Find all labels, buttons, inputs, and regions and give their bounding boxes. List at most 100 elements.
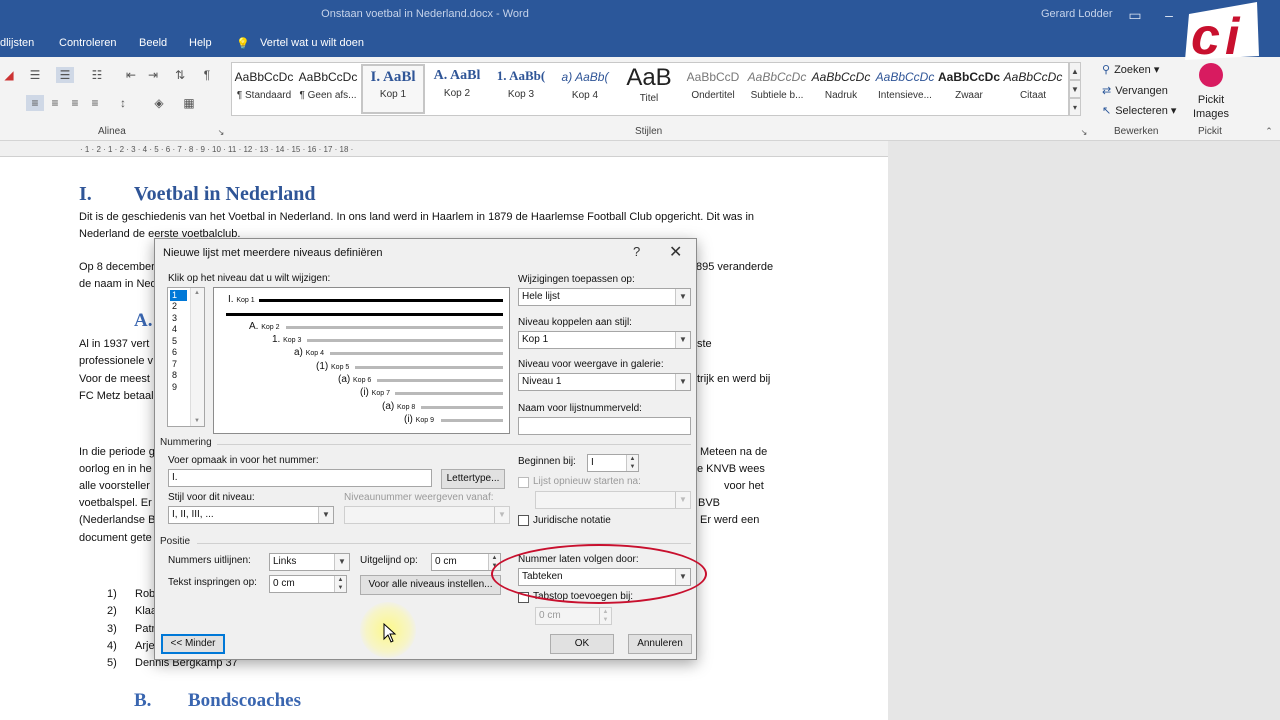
gallery-down-icon[interactable]: ▼ — [1069, 80, 1081, 98]
spinner-arrows-icon[interactable]: ▲ ▼ — [626, 455, 638, 471]
decrease-indent-icon[interactable]: ⇤ — [122, 67, 140, 83]
pilcrow-icon[interactable]: ¶ — [198, 67, 216, 83]
level-item[interactable]: 4 — [170, 324, 187, 335]
paragraph-4-line-6[interactable]: document gete — [79, 530, 152, 547]
paragraph-4-right-1[interactable]: Meteen na de — [700, 444, 767, 461]
link-style-select[interactable]: Kop 1 ▼ — [518, 331, 691, 349]
style-no-spacing[interactable]: AaBbCcDc ¶ Geen afs... — [296, 64, 360, 114]
font-button[interactable]: Lettertype... — [441, 469, 505, 489]
tab-review[interactable]: Controleren — [59, 37, 116, 49]
borders-icon[interactable]: ▦ — [180, 95, 198, 111]
shading-icon[interactable]: ◈ — [150, 95, 168, 111]
line-spacing-icon[interactable]: ↕ — [114, 95, 132, 111]
paragraph-4-right-2[interactable]: e KNVB wees — [697, 461, 765, 478]
minimize-icon[interactable]: – — [1158, 4, 1180, 26]
gallery-up-icon[interactable]: ▲ — [1069, 62, 1081, 80]
set-all-levels-button[interactable]: Voor alle niveaus instellen... — [360, 575, 501, 595]
level-item[interactable]: 9 — [170, 382, 187, 393]
paragraph-2-fragment[interactable]: Op 8 december — [79, 259, 155, 276]
numbering-icon[interactable]: ☷ — [88, 67, 106, 83]
paragraph-4-line-5[interactable]: (Nederlandse B — [79, 512, 155, 529]
paragraph-4-right-3[interactable]: voor het — [724, 478, 764, 495]
paragraph-3-right-3[interactable]: trijk en werd bij — [697, 371, 770, 388]
level-item[interactable]: 3 — [170, 313, 187, 324]
gallery-more-icon[interactable]: ▾ — [1069, 98, 1081, 116]
style-subtle-emphasis[interactable]: AaBbCcDc Subtiele b... — [745, 64, 809, 114]
tab-help[interactable]: Help — [189, 37, 212, 49]
tab-view[interactable]: Beeld — [139, 37, 167, 49]
select-button[interactable]: ↖ Selecteren ▾ — [1102, 104, 1176, 117]
paragraph-4-line-4[interactable]: voetbalspel. Er — [79, 495, 152, 512]
heading-2-b[interactable]: B. Bondscoaches — [134, 690, 301, 712]
help-icon[interactable]: ? — [633, 244, 640, 259]
align-select[interactable]: Links ▼ — [269, 553, 350, 571]
level-list-scrollbar[interactable]: ▲ ▼ — [190, 288, 204, 426]
bullets-icon[interactable]: ☰ — [26, 67, 44, 83]
sort-icon[interactable]: ⇅ — [171, 67, 189, 83]
list-item[interactable]: 4) Arje — [107, 640, 155, 652]
list-item[interactable]: 1) Rob — [107, 588, 155, 600]
number-style-select[interactable]: I, II, III, ... ▼ — [168, 506, 334, 524]
justify-icon[interactable]: ≡ — [86, 95, 104, 111]
spinner-arrows-icon[interactable]: ▲ ▼ — [334, 576, 346, 592]
heading-1[interactable]: I. Voetbal in Nederland — [79, 183, 316, 206]
align-center-icon[interactable]: ≡ — [46, 95, 64, 111]
multilevel-list-icon[interactable]: ☰ — [56, 67, 74, 83]
pickit-images-button[interactable]: Pickit Images — [1185, 93, 1237, 121]
scroll-up-icon[interactable]: ▲ — [191, 290, 203, 296]
paragraph-3-right-1[interactable]: ste — [697, 336, 712, 353]
apply-to-select[interactable]: Hele lijst ▼ — [518, 288, 691, 306]
tab-mailings[interactable]: dlijsten — [0, 37, 34, 49]
level-item[interactable]: 5 — [170, 336, 187, 347]
style-strong[interactable]: AaBbCcDc Zwaar — [937, 64, 1001, 114]
paragraph-4-line-2[interactable]: oorlog en in he — [79, 461, 152, 478]
style-title[interactable]: AaB Titel — [617, 64, 681, 114]
paragraph-3-line-4[interactable]: FC Metz betaal — [79, 388, 154, 405]
paragraph-2-fragment-right[interactable]: 895 veranderde — [696, 259, 773, 276]
style-subtitle[interactable]: AaBbCcD Ondertitel — [681, 64, 745, 114]
scroll-down-icon[interactable]: ▼ — [191, 418, 203, 424]
cancel-button[interactable]: Annuleren — [628, 634, 692, 654]
paragraph-launcher-icon[interactable]: ↘ — [212, 125, 230, 141]
number-format-input[interactable]: I. — [168, 469, 432, 487]
style-standard[interactable]: AaBbCcDc ¶ Standaard — [232, 64, 296, 114]
increase-indent-icon[interactable]: ⇥ — [144, 67, 162, 83]
style-heading-1[interactable]: I. AaBl Kop 1 — [361, 64, 425, 114]
paragraph-3-line-3[interactable]: Voor de meest — [79, 371, 150, 388]
paragraph-2-line-2[interactable]: de naam in Ned — [79, 276, 157, 293]
ok-button[interactable]: OK — [550, 634, 614, 654]
less-button[interactable]: << Minder — [161, 634, 225, 654]
style-intense-emphasis[interactable]: AaBbCcDc Intensieve... — [873, 64, 937, 114]
ribbon-display-icon[interactable]: ▭ — [1124, 4, 1146, 26]
paragraph-4-right-4[interactable]: BVB — [698, 495, 720, 512]
styles-launcher-icon[interactable]: ↘ — [1075, 125, 1093, 141]
replace-button[interactable]: ⇄ Vervangen — [1102, 84, 1168, 97]
paragraph-4-line-3[interactable]: alle voorsteller — [79, 478, 150, 495]
level-item[interactable]: 6 — [170, 347, 187, 358]
level-item[interactable]: 1 — [170, 290, 187, 301]
style-quote[interactable]: AaBbCcDc Citaat — [1001, 64, 1065, 114]
find-button[interactable]: ⚲ Zoeken ▾ — [1102, 63, 1159, 76]
paragraph-4-right-5[interactable]: Er werd een — [700, 512, 759, 529]
align-left-icon[interactable]: ≡ — [26, 95, 44, 111]
style-heading-3[interactable]: 1. AaBb(Kop 3 — [489, 64, 553, 114]
horizontal-ruler[interactable]: · 1 · 2 · 1 · 2 · 3 · 4 · 5 · 6 · 7 · 8 … — [0, 141, 888, 157]
level-item[interactable]: 2 — [170, 301, 187, 312]
paragraph-3-line-2[interactable]: professionele v — [79, 353, 153, 370]
paragraph-4-line-1[interactable]: In die periode g — [79, 444, 155, 461]
align-right-icon[interactable]: ≡ — [66, 95, 84, 111]
style-heading-2[interactable]: A. AaBl Kop 2 — [425, 64, 489, 114]
start-at-spinner[interactable]: I ▲ ▼ — [587, 454, 639, 472]
list-item[interactable]: 3) Patr — [107, 623, 155, 635]
close-icon[interactable]: ✕ — [669, 242, 682, 262]
style-emphasis[interactable]: AaBbCcDc Nadruk — [809, 64, 873, 114]
style-heading-4[interactable]: a) AaBb(Kop 4 — [553, 64, 617, 114]
tell-me-search[interactable]: Vertel wat u wilt doen — [260, 37, 364, 49]
level-list[interactable]: 1 2 3 4 5 6 7 8 9 ▲ ▼ — [167, 287, 205, 427]
aligned-at-spinner[interactable]: 0 cm ▲ ▼ — [431, 553, 501, 571]
heading-2-a[interactable]: A. — [134, 310, 152, 332]
legal-style-checkbox[interactable] — [518, 515, 529, 526]
clear-format-icon[interactable]: ◢ — [0, 67, 18, 83]
indent-spinner[interactable]: 0 cm ▲ ▼ — [269, 575, 347, 593]
paragraph-3-line-1[interactable]: Al in 1937 vert — [79, 336, 149, 353]
